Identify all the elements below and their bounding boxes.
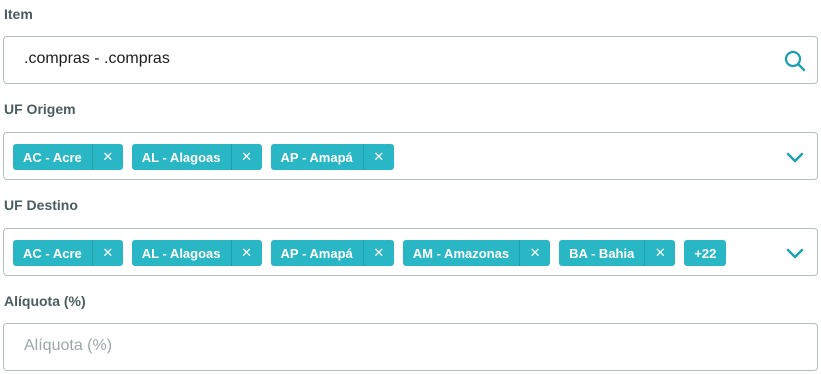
tag-uf-origem: AC - Acre ✕ (13, 144, 123, 170)
item-field[interactable]: .compras - .compras (3, 36, 818, 84)
chevron-down-icon[interactable] (783, 241, 807, 265)
more-tags-badge[interactable]: +22 (684, 240, 727, 266)
close-icon[interactable]: ✕ (230, 144, 262, 170)
search-icon[interactable] (783, 49, 807, 73)
close-icon[interactable]: ✕ (362, 240, 394, 266)
tag-uf-destino: AP - Amapá ✕ (270, 240, 394, 266)
tag-label: AM - Amazonas (412, 245, 510, 261)
tag-label: AL - Alagoas (141, 245, 221, 261)
close-icon[interactable]: ✕ (519, 240, 550, 266)
aliquota-field[interactable]: Alíquota (%) (3, 323, 818, 371)
tag-label: AP - Amapá (280, 149, 353, 165)
close-icon[interactable]: ✕ (644, 240, 675, 266)
tag-uf-destino: AC - Acre ✕ (13, 240, 123, 266)
aliquota-label: Alíquota (%) (4, 293, 86, 309)
tag-label: AC - Acre (23, 245, 82, 261)
close-icon[interactable]: ✕ (91, 240, 123, 266)
uf-origem-tags: AC - Acre ✕ AL - Alagoas ✕ AP - Amapá ✕ (13, 144, 403, 170)
item-label: Item (4, 6, 33, 22)
tag-uf-destino: AM - Amazonas ✕ (402, 240, 551, 266)
close-icon[interactable]: ✕ (362, 144, 394, 170)
more-count: +22 (694, 245, 717, 261)
tag-label: AP - Amapá (280, 245, 353, 261)
tag-uf-destino: AL - Alagoas ✕ (131, 240, 262, 266)
close-icon[interactable]: ✕ (230, 240, 262, 266)
uf-origem-field[interactable]: AC - Acre ✕ AL - Alagoas ✕ AP - Amapá ✕ (3, 132, 818, 180)
uf-destino-tags: AC - Acre ✕ AL - Alagoas ✕ AP - Amapá ✕ … (13, 240, 735, 266)
uf-destino-field[interactable]: AC - Acre ✕ AL - Alagoas ✕ AP - Amapá ✕ … (3, 228, 818, 276)
close-icon[interactable]: ✕ (91, 144, 123, 170)
tag-label: BA - Bahia (569, 245, 635, 261)
tag-label: AC - Acre (23, 149, 82, 165)
chevron-down-icon[interactable] (783, 145, 807, 169)
item-value[interactable]: .compras - .compras (24, 50, 170, 68)
tag-uf-origem: AP - Amapá ✕ (270, 144, 394, 170)
tag-uf-origem: AL - Alagoas ✕ (131, 144, 262, 170)
tag-uf-destino: BA - Bahia ✕ (559, 240, 676, 266)
uf-origem-label: UF Origem (4, 101, 76, 117)
uf-destino-label: UF Destino (4, 197, 78, 213)
aliquota-input[interactable]: Alíquota (%) (24, 337, 112, 355)
tag-label: AL - Alagoas (141, 149, 221, 165)
